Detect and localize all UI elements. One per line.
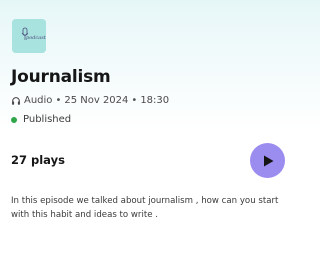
play-button[interactable]	[250, 143, 285, 178]
microphone-logo-icon: podcast	[12, 19, 46, 53]
play-icon	[263, 155, 273, 166]
play-count: 27 plays	[11, 153, 65, 167]
episode-date: 25 Nov 2024	[64, 95, 129, 106]
episode-meta: Audio • 25 Nov 2024 • 18:30	[11, 95, 169, 106]
meta-separator: •	[55, 95, 62, 106]
episode-type: Audio	[24, 95, 53, 106]
episode-title: Journalism	[11, 67, 111, 87]
episode-cover-image: podcast	[12, 19, 46, 53]
status-badge: Published	[11, 114, 71, 125]
episode-time: 18:30	[140, 95, 170, 106]
status-dot-icon	[11, 116, 17, 123]
svg-text:podcast: podcast	[26, 35, 46, 41]
headphones-icon	[11, 96, 21, 106]
status-label: Published	[23, 114, 72, 125]
episode-description: In this episode we talked about journali…	[11, 196, 279, 220]
meta-separator: •	[131, 95, 138, 106]
